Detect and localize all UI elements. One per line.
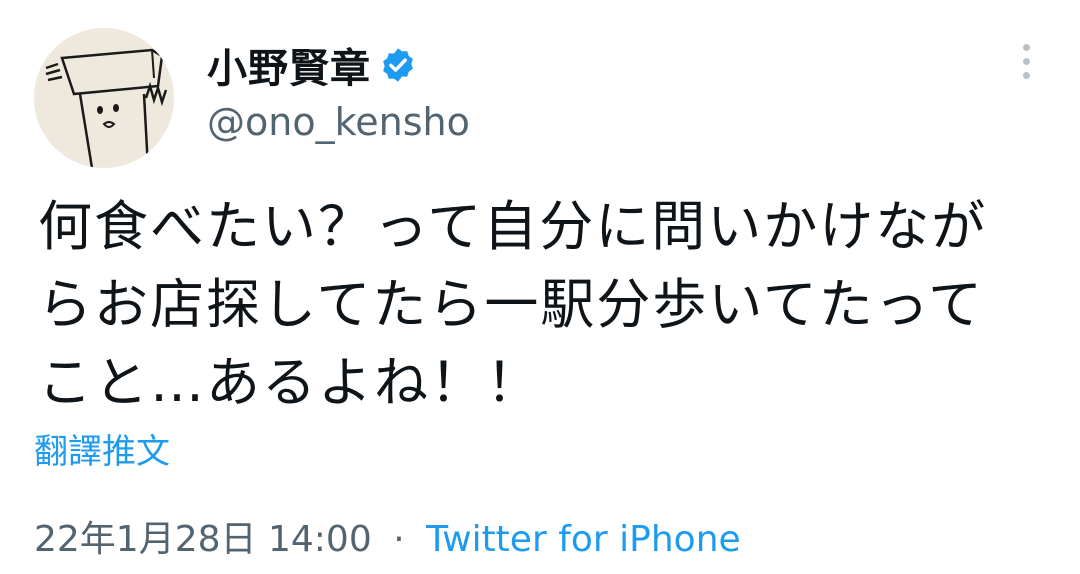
meta-separator: · — [393, 519, 405, 560]
author-handle[interactable]: @ono_kensho — [207, 100, 470, 144]
tweet-time[interactable]: 14:00 — [268, 519, 372, 560]
author-name-row[interactable]: 小野賢章 — [207, 36, 417, 94]
tweet-metadata: 22年1月28日 14:00 · Twitter for iPhone — [34, 510, 741, 562]
tweet-source-link[interactable]: Twitter for iPhone — [426, 519, 741, 560]
caricature-avatar-icon — [34, 28, 174, 168]
tweet-text: 何食べたい？って自分に問いかけなが らお店探してたら一駅分歩いてたって こと…あ… — [38, 195, 988, 414]
tweet-card: 小野賢章 @ono_kensho 何食べたい？って自分に問いかけなが らお店探し… — [0, 0, 1080, 574]
more-options-icon[interactable] — [1010, 40, 1042, 84]
verified-badge-icon — [383, 48, 413, 82]
translate-tweet-link[interactable]: 翻譯推文 — [34, 424, 170, 473]
display-name[interactable]: 小野賢章 — [207, 36, 371, 94]
tweet-date[interactable]: 22年1月28日 — [34, 519, 257, 560]
avatar[interactable] — [34, 28, 174, 168]
